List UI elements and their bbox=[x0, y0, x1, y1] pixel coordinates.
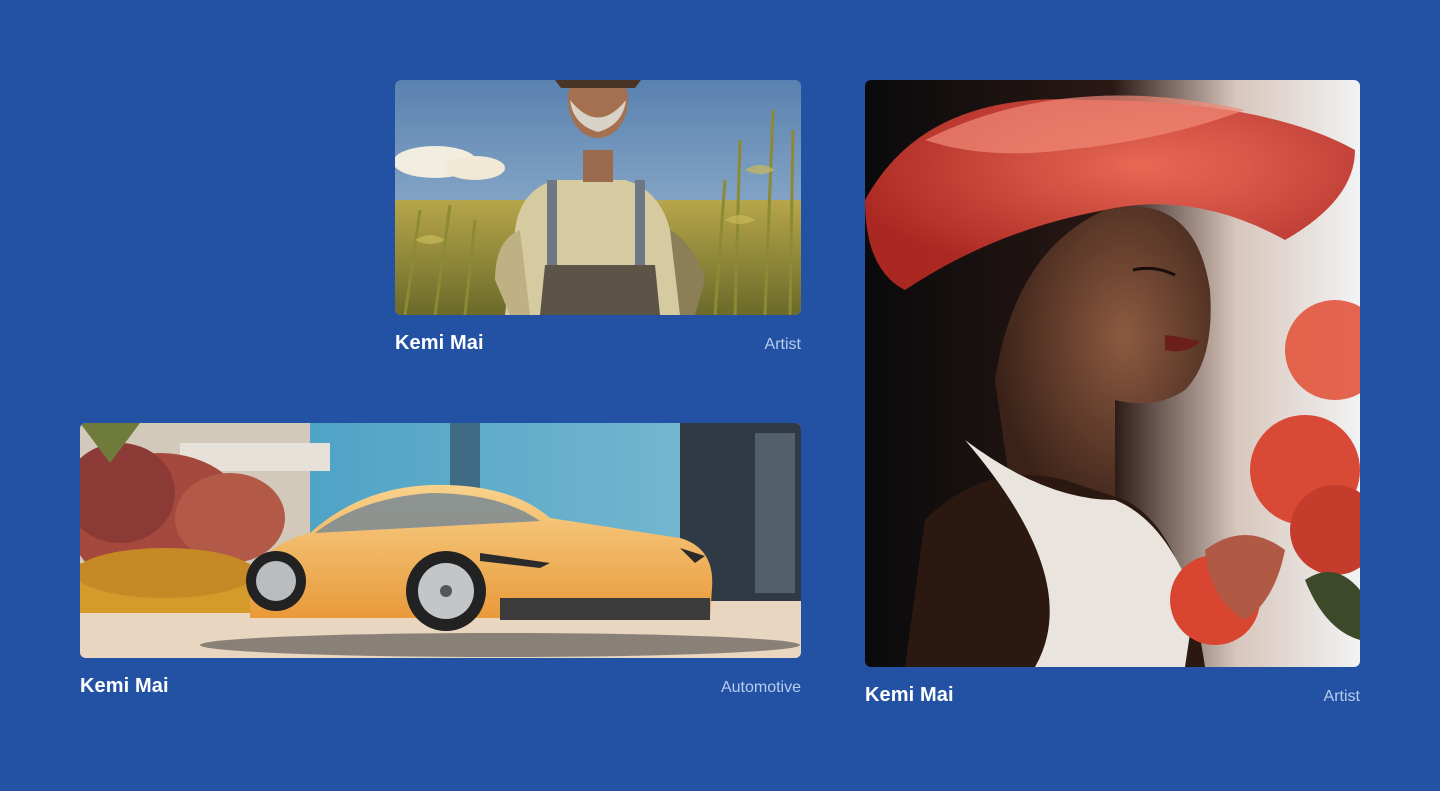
card-category-label[interactable]: Artist bbox=[765, 336, 801, 354]
sports-car-illustration bbox=[80, 423, 801, 658]
card-category-label[interactable]: Artist bbox=[1324, 688, 1360, 706]
card-meta: Kemi Mai Automotive bbox=[80, 675, 801, 698]
card-author-name[interactable]: Kemi Mai bbox=[80, 675, 169, 698]
gallery-card-woman[interactable]: Kemi Mai Artist bbox=[865, 80, 1360, 710]
card-meta: Kemi Mai Artist bbox=[395, 332, 801, 355]
card-meta: Kemi Mai Artist bbox=[865, 684, 1360, 707]
farmer-illustration bbox=[395, 80, 801, 315]
gallery-card-car[interactable]: Kemi Mai Automotive bbox=[80, 423, 801, 703]
card-category-label[interactable]: Automotive bbox=[721, 679, 801, 697]
card-author-name[interactable]: Kemi Mai bbox=[865, 684, 954, 707]
woman-portrait-illustration bbox=[865, 80, 1360, 667]
gallery-card-farmer[interactable]: Kemi Mai Artist bbox=[395, 80, 801, 360]
farmer-in-cornfield-image[interactable] bbox=[395, 80, 801, 315]
woman-with-red-hat-image[interactable] bbox=[865, 80, 1360, 667]
card-author-name[interactable]: Kemi Mai bbox=[395, 332, 484, 355]
yellow-sports-car-image[interactable] bbox=[80, 423, 801, 658]
